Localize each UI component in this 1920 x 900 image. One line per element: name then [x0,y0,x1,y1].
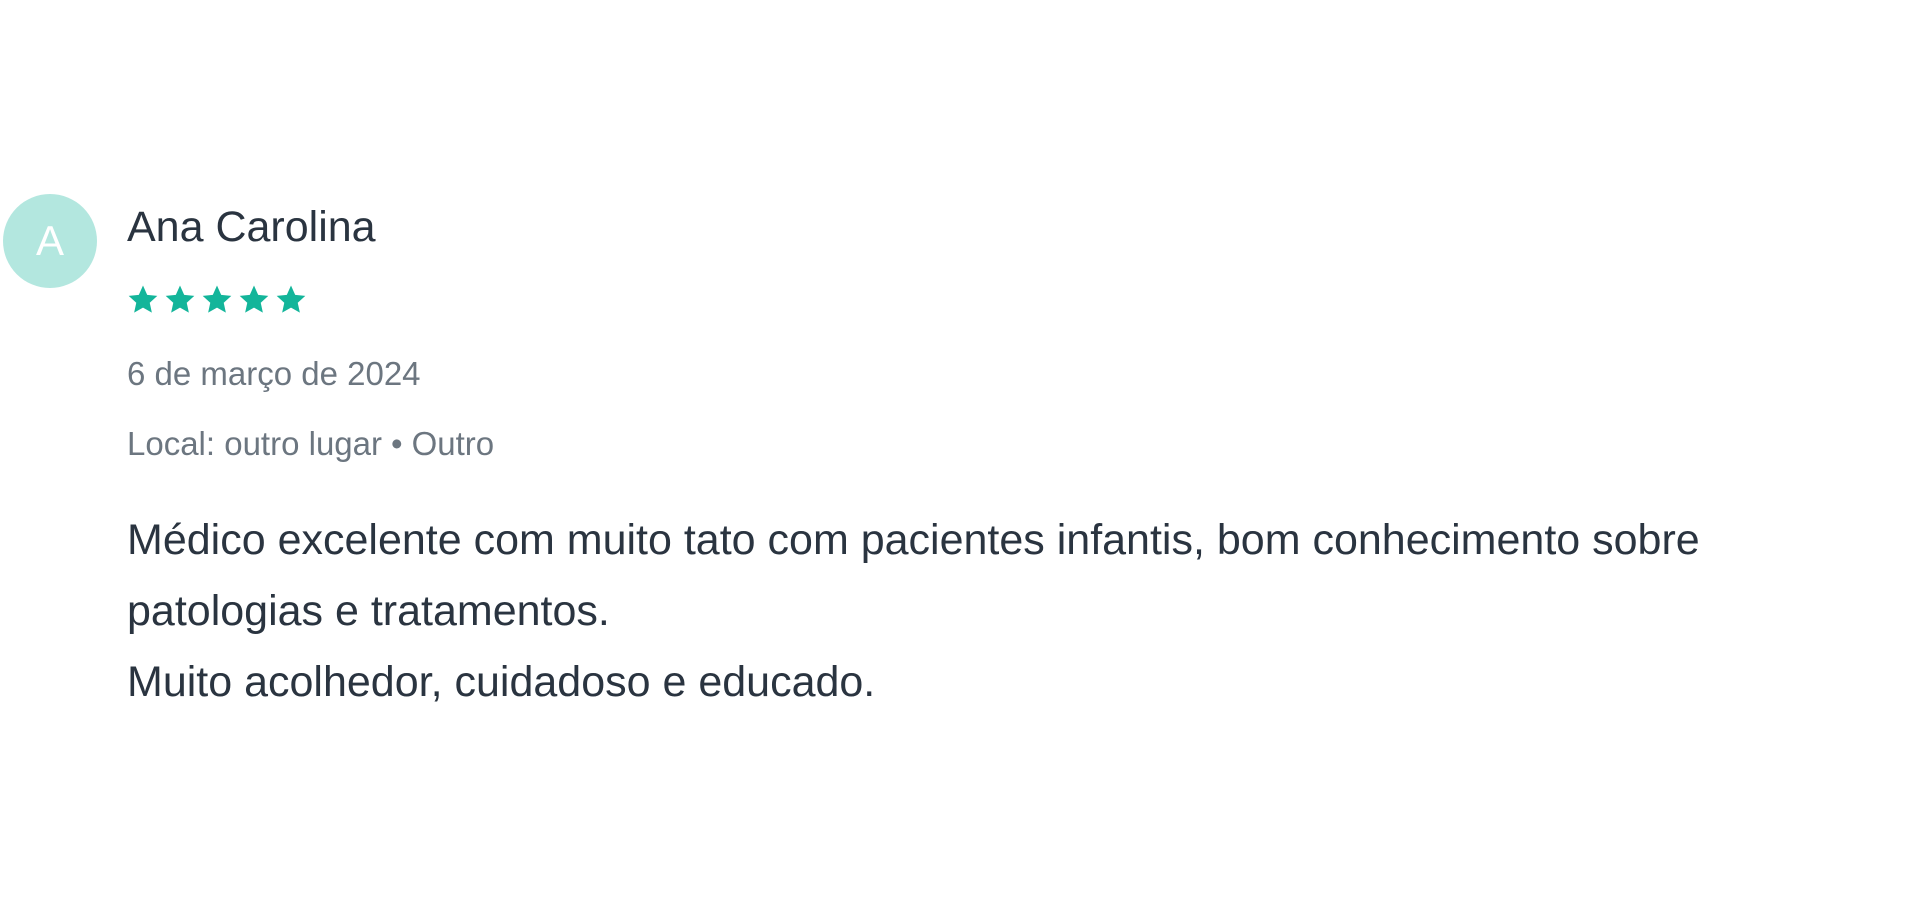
review-date: 6 de março de 2024 [127,355,421,392]
reviewer-name: Ana Carolina [127,203,376,251]
star-icon [128,285,158,313]
review-text: Médico excelente com muito tato com paci… [127,505,1907,718]
star-icon [165,285,195,313]
location-type: Outro [411,425,495,462]
avatar-initial: A [35,217,64,264]
review-text-line: Muito acolhedor, cuidadoso e educado. [127,658,876,706]
star-icon [239,285,269,313]
avatar: A [3,194,97,288]
star-rating [126,283,308,317]
review-location: Local: outro lugar • Outro [127,425,494,463]
location-separator: • [391,425,403,462]
location-label: Local: outro lugar [127,425,382,462]
page: A Ana Carolina 6 de março de 2024 Local:… [0,0,1920,900]
review-text-line: Médico excelente com muito tato com paci… [127,516,1700,635]
star-icon [202,285,232,313]
star-icon [276,285,306,313]
review-card: A Ana Carolina 6 de março de 2024 Local:… [0,0,1920,900]
